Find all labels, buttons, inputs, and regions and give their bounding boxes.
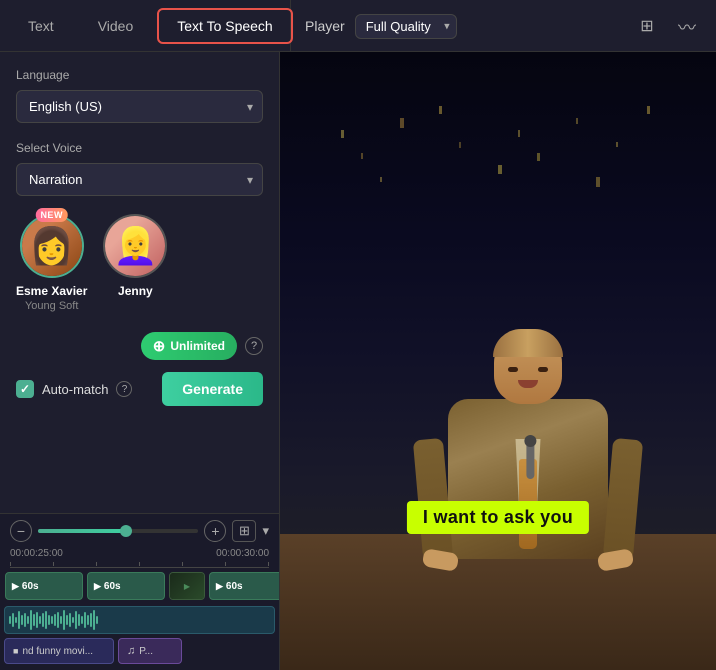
music-icon: ♫ <box>127 645 135 657</box>
video-clip-1[interactable]: ▶ 60s <box>5 572 83 600</box>
timeline-slider-thumb[interactable] <box>120 525 132 537</box>
waveform-view-button[interactable]: 〰 <box>672 14 702 38</box>
language-label: Language <box>16 68 263 82</box>
timeline-arrow-down[interactable]: ▾ <box>262 523 269 539</box>
voice-card-esme[interactable]: NEW 👩 Esme Xavier Young Soft <box>16 214 87 312</box>
clip-label-1: 60s <box>22 581 39 592</box>
player-label: Player <box>305 18 345 34</box>
grid-view-button[interactable]: ⊞ <box>632 14 662 38</box>
voice-label: Select Voice <box>16 141 263 155</box>
ruler-time2: 00:00:30:00 <box>140 548 270 559</box>
audio-waveform-track[interactable] <box>4 606 275 634</box>
ruler-time1: 00:00:25:00 <box>10 548 140 559</box>
voice-card-jenny[interactable]: 👱‍♀️ Jenny <box>103 214 167 312</box>
timeline-plus-button[interactable]: + <box>204 520 226 542</box>
voice-name-jenny: Jenny <box>118 284 153 298</box>
tab-video[interactable]: Video <box>78 8 154 44</box>
video-clip-3[interactable]: ▶ 60s <box>209 572 279 600</box>
check-icon: ✓ <box>20 382 30 396</box>
grid-layout-button[interactable]: ⊞ <box>232 520 256 542</box>
voice-grid: NEW 👩 Esme Xavier Young Soft <box>16 214 263 312</box>
unlimited-help-icon[interactable]: ? <box>245 337 263 355</box>
auto-match-label: Auto-match <box>42 382 108 397</box>
music-clip-label: P... <box>139 646 153 657</box>
unlimited-badge: ⊕ Unlimited <box>141 332 237 360</box>
music-clip[interactable]: ♫ P... <box>118 638 182 664</box>
auto-match-help-icon[interactable]: ? <box>116 381 132 397</box>
voice-select[interactable]: Narration Conversation News <box>16 163 263 196</box>
quality-select[interactable]: Full Quality <box>355 14 457 39</box>
timeline-minus-button[interactable]: − <box>10 520 32 542</box>
tab-text[interactable]: Text <box>8 8 74 44</box>
timeline-slider-track <box>38 529 198 533</box>
new-badge: NEW <box>35 208 68 222</box>
unlimited-label: Unlimited <box>170 339 225 353</box>
video-clip-2[interactable]: ▶ 60s <box>87 572 165 600</box>
language-section: Language English (US) English (UK) Spani… <box>16 68 263 123</box>
video-area: I want to ask you <box>280 52 716 670</box>
text-clip-funny-label: nd funny movi... <box>22 646 93 657</box>
clip-label-3: 60s <box>226 581 243 592</box>
text-clip-funny[interactable]: ■ nd funny movi... <box>4 638 114 664</box>
subtitle-overlay: I want to ask you <box>407 501 589 534</box>
auto-match-checkbox[interactable]: ✓ <box>16 380 34 398</box>
plus-icon: ⊕ <box>153 337 166 355</box>
voice-style-esme: Young Soft <box>25 300 78 312</box>
language-select[interactable]: English (US) English (UK) Spanish <box>16 90 263 123</box>
clip-label-2: 60s <box>104 581 121 592</box>
video-thumbnail-clip[interactable]: ▶ <box>169 572 205 600</box>
voice-section: Select Voice Narration Conversation News <box>16 141 263 196</box>
voice-name-esme: Esme Xavier <box>16 284 87 298</box>
generate-button[interactable]: Generate <box>162 372 263 406</box>
tab-text-to-speech[interactable]: Text To Speech <box>157 8 292 44</box>
